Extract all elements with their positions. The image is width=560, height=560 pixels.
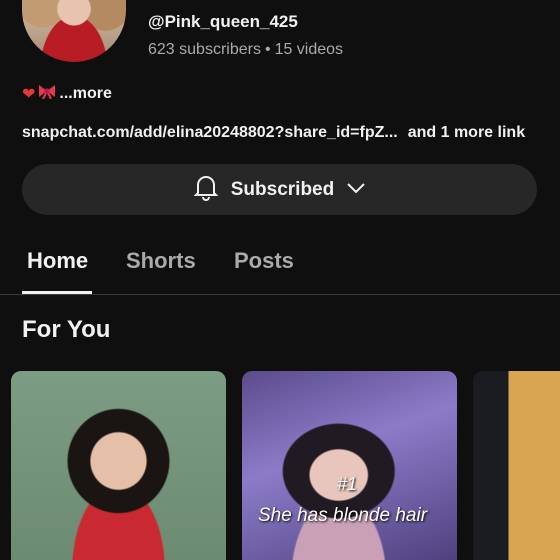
channel-link[interactable]: snapchat.com/add/elina20248802?share_id=… [22,124,398,141]
thumbnail-overlay-text: She has blonde hair [258,505,428,526]
more-links-link[interactable]: and 1 more link [408,124,525,141]
tab-home[interactable]: Home [27,248,88,274]
chevron-down-icon [346,181,366,199]
subscriber-count: 623 subscribers [148,41,261,58]
subscribed-label: Subscribed [230,178,335,200]
ribbon-emoji-icon [37,83,57,104]
channel-avatar[interactable] [22,0,126,62]
tab-posts[interactable]: Posts [234,248,294,274]
heart-emoji-icon: ❤ [22,85,36,103]
channel-stats: 623 subscribers • 15 videos [148,41,343,59]
video-count: 15 videos [274,41,344,58]
active-tab-indicator [22,291,92,294]
section-title: For You [22,316,111,343]
channel-tabs: Home Shorts Posts [0,240,560,295]
channel-description[interactable]: ❤ ...more [22,83,112,104]
stats-separator: • [264,41,271,58]
thumbnail-overlay-number: #1 [337,474,358,494]
channel-handle: @Pink_queen_425 [148,12,298,31]
description-more-link[interactable]: ...more [59,85,111,103]
video-thumbnail[interactable]: #1 She has blonde hair [242,371,457,560]
video-thumbnail[interactable] [11,371,226,560]
video-thumbnail[interactable] [473,371,560,560]
subscribed-button[interactable]: Subscribed [22,164,537,215]
bell-icon [193,173,219,206]
tab-shorts[interactable]: Shorts [126,248,196,274]
channel-links: snapchat.com/add/elina20248802?share_id=… [22,124,525,142]
